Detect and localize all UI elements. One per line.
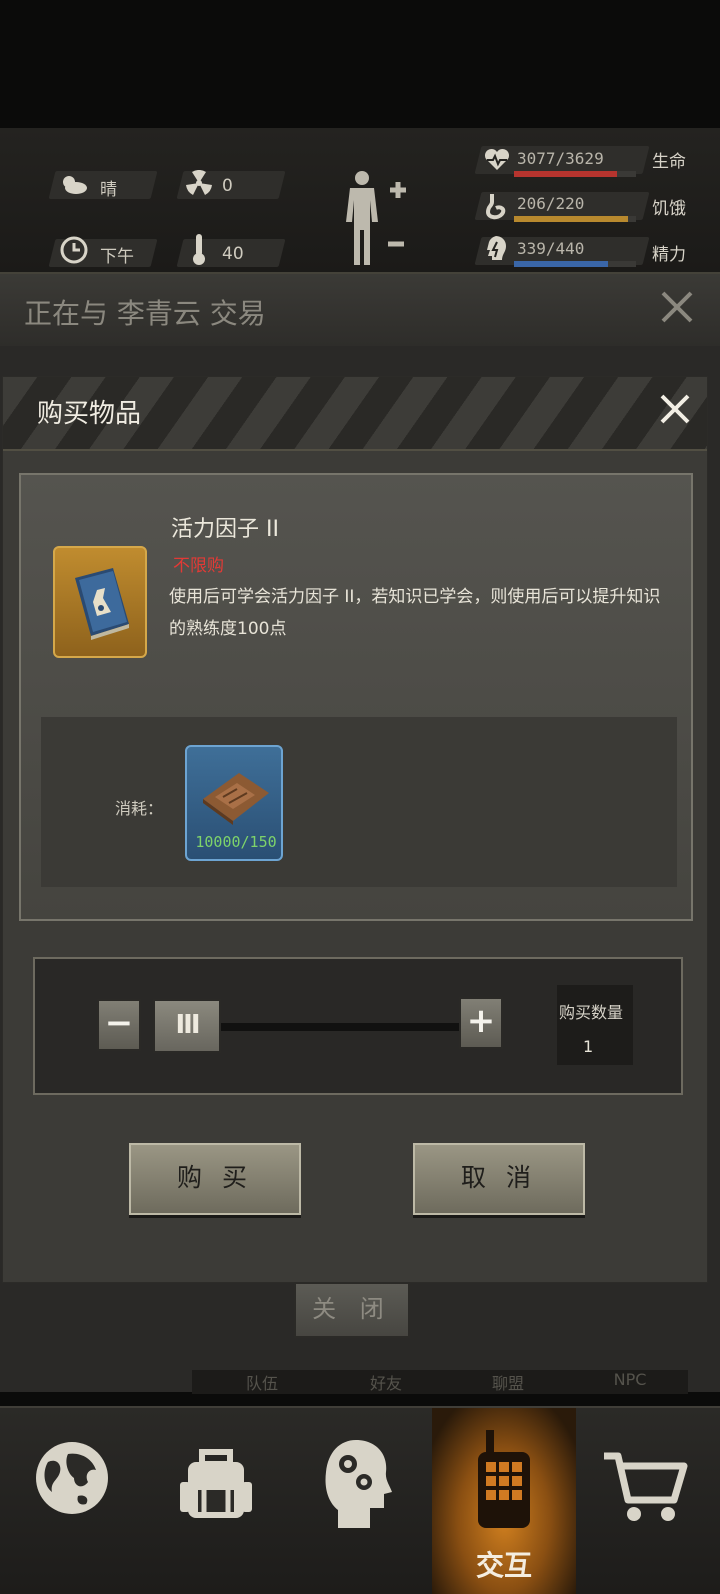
cost-label: 消耗： <box>115 799 164 818</box>
clock-icon <box>60 236 88 268</box>
subtab-friends[interactable]: 好友 <box>336 1370 436 1394</box>
health-bar <box>514 171 636 177</box>
hunger-bar-fill <box>514 216 629 222</box>
item-description: 使用后可学会活力因子 II，若知识已学会，则使用后可以提升知识的熟练度100点 <box>169 587 661 639</box>
cancel-button[interactable]: 取 消 <box>413 1143 585 1215</box>
heart-icon <box>484 148 510 176</box>
energy-bar-fill <box>514 261 608 267</box>
time-of-day: 下午 <box>100 247 134 267</box>
quantity-selector: − III + 购买数量 1 <box>33 957 683 1095</box>
item-name: 活力因子 II <box>171 517 279 542</box>
trade-header: 正在与 李青云 交易 <box>0 274 720 346</box>
book-icon <box>67 564 133 644</box>
nav-interact-label: 交互 <box>475 1549 532 1582</box>
cost-section: 消耗： 10000/150 <box>41 717 677 887</box>
purchase-limit-badge: 不限购 <box>173 556 224 576</box>
increase-button[interactable]: + <box>459 997 503 1049</box>
quantity-slider-track[interactable] <box>181 1023 481 1031</box>
trade-close-button[interactable]: 关 闭 <box>294 1282 410 1338</box>
subtab-team[interactable]: 队伍 <box>212 1370 312 1394</box>
nav-map[interactable] <box>0 1408 144 1594</box>
hunger-bar <box>514 216 636 222</box>
quantity-slider-handle[interactable]: III <box>153 999 221 1053</box>
weather-icon <box>60 172 88 200</box>
radio-icon <box>472 1430 536 1534</box>
item-card: 活力因子 II 不限购 使用后可学会活力因子 II，若知识已学会，则使用后可以提… <box>19 473 693 921</box>
trade-close-icon[interactable] <box>660 290 694 328</box>
weather-text: 晴 <box>100 180 117 200</box>
energy-value: 339/440 <box>517 239 585 258</box>
decrease-button[interactable]: − <box>97 999 141 1051</box>
trade-title: 正在与 李青云 交易 <box>24 297 266 330</box>
quantity-value: 1 <box>583 1037 594 1056</box>
purchase-header: 购买物品 <box>3 377 707 451</box>
purchase-title: 购买物品 <box>37 399 142 429</box>
sub-tabs: 队伍 好友 聊盟 NPC <box>192 1370 688 1394</box>
radiation-icon <box>186 169 212 200</box>
subtab-alliance[interactable]: 聊盟 <box>458 1370 558 1394</box>
status-bar: 晴 0 下午 40 3077/3629 生命 206/220 饥饿 339/44… <box>0 128 720 273</box>
nav-interact[interactable]: 交互 <box>432 1408 576 1594</box>
stomach-icon <box>485 192 508 224</box>
quantity-label: 购买数量 <box>559 1003 624 1022</box>
head-gears-icon <box>322 1438 394 1534</box>
subtab-npc[interactable]: NPC <box>580 1370 680 1394</box>
nav-skills[interactable] <box>288 1408 432 1594</box>
nav-backpack[interactable] <box>144 1408 288 1594</box>
energy-icon <box>484 234 508 270</box>
cost-count: 10000/150 <box>195 833 277 851</box>
cart-icon <box>602 1450 688 1528</box>
health-value: 3077/3629 <box>517 149 604 168</box>
quantity-panel: 购买数量 1 <box>557 985 633 1065</box>
buy-button[interactable]: 购 买 <box>129 1143 301 1215</box>
thermometer-icon <box>192 232 206 270</box>
bottom-nav: 交互 <box>0 1406 720 1594</box>
purchase-close-icon[interactable] <box>659 393 691 429</box>
hunger-value: 206/220 <box>517 194 585 213</box>
cost-item-slot[interactable]: 10000/150 <box>185 745 283 861</box>
health-label: 生命 <box>652 152 686 172</box>
item-slot[interactable] <box>53 546 147 658</box>
backpack-icon <box>176 1442 256 1526</box>
purchase-dialog: 购买物品 活力因子 II 不限购 使用后可学会活力因子 II，若知识已学会，则使… <box>2 376 708 1283</box>
globe-icon <box>34 1440 110 1520</box>
energy-bar <box>514 261 636 267</box>
nav-shop[interactable] <box>576 1408 720 1594</box>
body-icon[interactable] <box>342 170 412 274</box>
health-bar-fill <box>514 171 618 177</box>
temperature-value: 40 <box>222 244 244 264</box>
energy-label: 精力 <box>652 245 686 265</box>
leather-book-icon <box>199 769 271 829</box>
radiation-value: 0 <box>222 176 233 196</box>
hunger-label: 饥饿 <box>652 199 686 219</box>
